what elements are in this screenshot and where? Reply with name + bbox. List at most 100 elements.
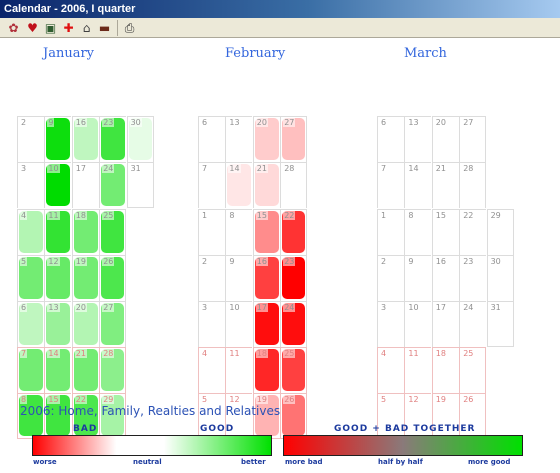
day-cell[interactable]: 12	[44, 254, 72, 301]
day-cell[interactable]: 2	[198, 254, 225, 301]
day-number: 26	[283, 395, 296, 405]
day-cell[interactable]: 9	[225, 254, 253, 301]
day-cell[interactable]: 13	[44, 301, 72, 347]
day-cell[interactable]: 2	[377, 254, 404, 301]
day-cell[interactable]: 17	[431, 301, 459, 347]
day-cell[interactable]: 6	[377, 116, 404, 163]
day-cell[interactable]: 18	[431, 347, 459, 394]
day-cell[interactable]: 26	[280, 393, 308, 440]
day-cell[interactable]: 25	[459, 347, 487, 394]
day-cell[interactable]: 14	[44, 347, 72, 394]
day-cell[interactable]: 28	[99, 347, 127, 394]
day-cell[interactable]: 31	[486, 301, 514, 347]
day-cell[interactable]: 20	[431, 116, 459, 163]
legend-more-good: more good	[468, 458, 511, 466]
house-icon[interactable]: ⌂	[78, 20, 95, 36]
day-cell[interactable]: 27	[99, 301, 127, 347]
day-cell[interactable]: 14	[404, 162, 432, 209]
day-cell[interactable]: 11	[44, 208, 72, 255]
monitor-icon[interactable]: ▣	[42, 20, 59, 36]
day-cell[interactable]: 1	[377, 208, 404, 255]
day-cell[interactable]: 17	[71, 162, 99, 209]
day-cell[interactable]: 6	[198, 116, 225, 163]
day-cell[interactable]: 24	[280, 301, 308, 347]
day-cell[interactable]: 27	[280, 116, 308, 163]
day-cell[interactable]: 23	[459, 254, 487, 301]
day-number: 19	[434, 395, 447, 405]
day-cell[interactable]: 21	[71, 347, 99, 394]
day-cell[interactable]: 24	[99, 162, 127, 209]
day-number: 16	[255, 256, 268, 266]
day-cell[interactable]: 16	[252, 254, 280, 301]
day-cell[interactable]: 6	[17, 301, 44, 347]
day-cell[interactable]: 28	[280, 162, 308, 209]
day-cell[interactable]: 24	[459, 301, 487, 347]
day-cell[interactable]: 3	[198, 301, 225, 347]
day-cell[interactable]: 3	[377, 301, 404, 347]
day-number: 20	[255, 118, 268, 128]
day-cell[interactable]: 7	[17, 347, 44, 394]
day-cell[interactable]: 16	[431, 254, 459, 301]
day-cell[interactable]: 7	[377, 162, 404, 209]
day-cell[interactable]: 17	[252, 301, 280, 347]
day-cell[interactable]: 21	[431, 162, 459, 209]
day-number: 22	[462, 210, 475, 220]
day-cell[interactable]: 10	[404, 301, 432, 347]
day-cell[interactable]: 22	[459, 208, 487, 255]
day-cell[interactable]: 19	[71, 254, 99, 301]
day-number: 14	[47, 349, 60, 359]
day-number: 21	[255, 164, 268, 174]
day-cell[interactable]: 23	[99, 116, 127, 163]
day-cell[interactable]: 16	[71, 116, 99, 163]
day-cell[interactable]: 2	[17, 116, 44, 163]
day-number: 30	[129, 118, 142, 128]
day-cell[interactable]: 8	[225, 208, 253, 255]
day-cell[interactable]: 11	[225, 347, 253, 394]
day-cell[interactable]: 27	[459, 116, 487, 163]
day-cell[interactable]: 21	[252, 162, 280, 209]
day-cell[interactable]: 11	[404, 347, 432, 394]
briefcase-icon[interactable]: ▬	[96, 20, 113, 36]
day-cell[interactable]: 4	[198, 347, 225, 394]
day-cell[interactable]: 4	[377, 347, 404, 394]
day-cell[interactable]: 30	[126, 116, 154, 163]
day-cell[interactable]: 28	[459, 162, 487, 209]
printer-icon[interactable]: ⎙	[121, 20, 138, 36]
day-cell[interactable]: 23	[280, 254, 308, 301]
day-cell[interactable]: 25	[99, 208, 127, 255]
day-cell[interactable]: 18	[71, 208, 99, 255]
day-cell[interactable]: 20	[71, 301, 99, 347]
day-number: 16	[74, 118, 87, 128]
day-cell[interactable]: 7	[198, 162, 225, 209]
day-cell[interactable]: 20	[252, 116, 280, 163]
red-cross-icon[interactable]: ✚	[60, 20, 77, 36]
day-cell[interactable]: 9	[44, 116, 72, 163]
day-number: 22	[74, 395, 87, 405]
day-cell[interactable]: 15	[252, 208, 280, 255]
day-cell[interactable]: 13	[404, 116, 432, 163]
day-cell[interactable]: 4	[17, 208, 44, 255]
day-number: 2	[380, 256, 388, 266]
flowers-icon[interactable]: ✿	[5, 20, 22, 36]
day-cell[interactable]: 26	[99, 254, 127, 301]
day-cell[interactable]: 1	[198, 208, 225, 255]
day-cell[interactable]: 5	[17, 254, 44, 301]
day-cell[interactable]: 25	[280, 347, 308, 394]
day-cell[interactable]: 10	[225, 301, 253, 347]
day-cell[interactable]: 15	[431, 208, 459, 255]
day-cell[interactable]: 22	[280, 208, 308, 255]
day-cell[interactable]: 14	[225, 162, 253, 209]
legend-bad-label: BAD	[73, 424, 98, 434]
day-cell[interactable]: 31	[126, 162, 154, 209]
legend-better: better	[241, 458, 266, 466]
day-cell[interactable]: 8	[404, 208, 432, 255]
day-cell[interactable]: 18	[252, 347, 280, 394]
day-cell[interactable]: 13	[225, 116, 253, 163]
day-cell[interactable]: 29	[486, 208, 514, 255]
day-cell[interactable]: 30	[486, 254, 514, 301]
day-cell[interactable]: 3	[17, 162, 44, 209]
day-number: 28	[462, 164, 475, 174]
day-cell[interactable]: 10	[44, 162, 72, 209]
day-cell[interactable]: 9	[404, 254, 432, 301]
heart-icon[interactable]: ♥	[24, 20, 41, 36]
